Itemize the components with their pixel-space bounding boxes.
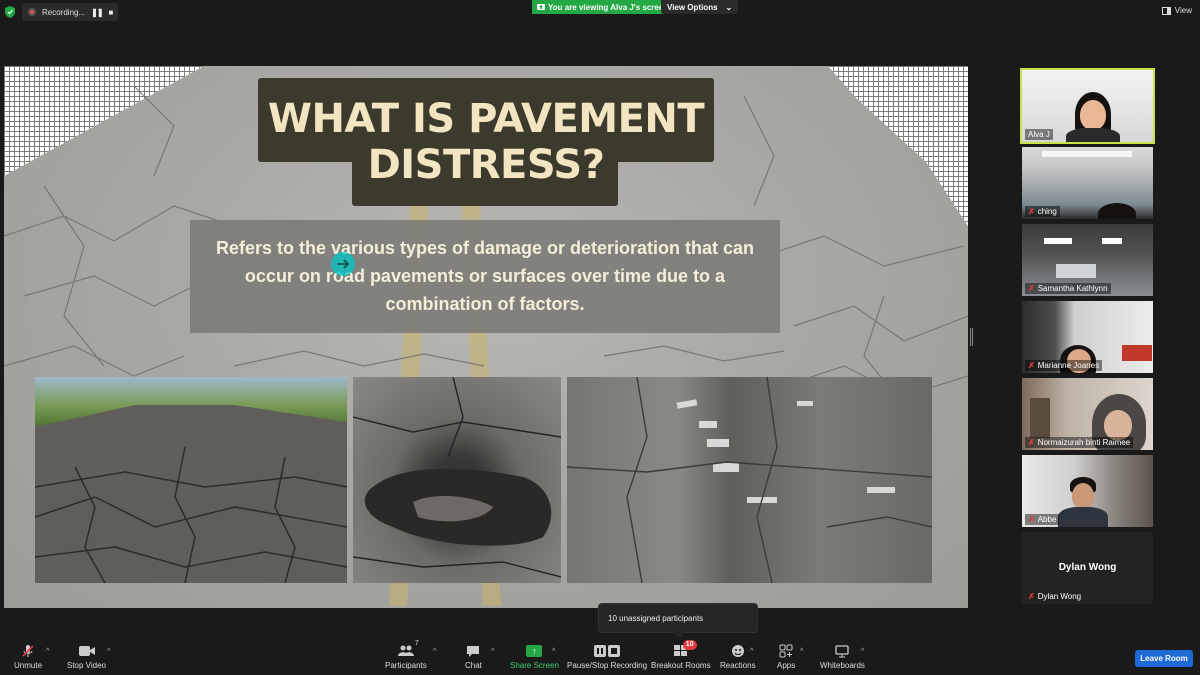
breakout-tooltip: 10 unassigned participants [598, 603, 758, 638]
whiteboards-label: Whiteboards [820, 661, 865, 670]
participant-name: ✗ ching [1025, 206, 1060, 217]
breakout-badge: 10 [682, 640, 697, 650]
definition-text: Refers to the various types of damage or… [215, 238, 755, 314]
chevron-up-icon[interactable]: ^ [861, 648, 864, 655]
participants-button[interactable]: 7 Participants [385, 640, 427, 670]
slide-title-line2: DISTRESS? [367, 142, 605, 188]
apps-label: Apps [777, 661, 796, 670]
slide-title: WHAT IS PAVEMENT DISTRESS? [258, 96, 714, 188]
stop-icon[interactable]: ■ [109, 8, 114, 17]
view-options-label: View Options [667, 2, 718, 12]
participant-name: Alva J [1025, 129, 1053, 140]
stop-video-button[interactable]: Stop Video [67, 644, 106, 670]
mic-off-icon: ✗ [1028, 515, 1035, 524]
chat-icon [466, 644, 480, 658]
pause-stop-recording-button[interactable]: Pause/Stop Recording [567, 644, 647, 670]
panel-resize-handle[interactable] [970, 328, 973, 346]
chevron-down-icon: ⌄ [725, 2, 733, 12]
mic-off-icon: ✗ [1028, 438, 1035, 447]
participant-tile-samantha-kathlynn[interactable]: ✗ Samantha Kathlynn [1022, 224, 1153, 296]
view-options-button[interactable]: View Options ⌄ [661, 0, 739, 14]
mic-off-icon [21, 644, 35, 658]
slide-title-line1: WHAT IS PAVEMENT [267, 96, 705, 142]
chevron-up-icon[interactable]: ^ [46, 648, 49, 655]
participant-tile-dylan-wong[interactable]: Dylan Wong ✗ Dylan Wong [1022, 532, 1153, 604]
pause-icon[interactable]: ❚❚ [91, 8, 103, 17]
cracked-road-photo [35, 377, 347, 583]
mic-off-icon: ✗ [1028, 361, 1035, 370]
chevron-up-icon[interactable]: ^ [552, 648, 555, 655]
deteriorated-pavement-photo [567, 377, 932, 583]
participant-tile-ching[interactable]: ✗ ching [1022, 147, 1153, 219]
chevron-up-icon[interactable]: ^ [107, 648, 110, 655]
stop-video-label: Stop Video [67, 661, 106, 670]
view-button[interactable]: View [1161, 6, 1192, 15]
participant-tile-normaizurah-binti-raimee[interactable]: ✗ Normaizurah binti Raimee [1022, 378, 1153, 450]
mic-off-icon: ✗ [1028, 284, 1035, 293]
pothole-photo [353, 377, 561, 583]
participants-label: Participants [385, 661, 427, 670]
shield-icon[interactable] [4, 5, 16, 19]
recording-label: Recording... [42, 7, 86, 17]
participant-name: ✗ Abbe [1025, 514, 1060, 525]
participants-count: 7 [414, 640, 419, 647]
participant-tile-marianne-joanes[interactable]: ✗ Marianne Joanes [1022, 301, 1153, 373]
participant-tile-alva-j[interactable]: Alva J [1020, 68, 1155, 144]
share-screen-label: Share Screen [510, 661, 559, 670]
recording-icon [28, 8, 36, 16]
breakout-rooms-button[interactable]: 10 Breakout Rooms [651, 640, 711, 670]
viewing-share-icon [537, 3, 545, 10]
unmute-label: Unmute [14, 661, 43, 670]
mic-off-icon: ✗ [1028, 207, 1035, 216]
leave-room-button[interactable]: Leave Room [1135, 650, 1193, 667]
participant-name: ✗ Normaizurah binti Raimee [1025, 437, 1134, 448]
top-left-status: Recording... ❚❚ ■ [4, 3, 119, 21]
pause-stop-recording-label: Pause/Stop Recording [567, 661, 648, 670]
reactions-icon [731, 644, 745, 658]
zoom-meeting-window: Recording... ❚❚ ■ You are viewing Alva J… [0, 0, 1200, 675]
apps-button[interactable]: Apps [777, 644, 795, 670]
chevron-up-icon[interactable]: ^ [750, 648, 753, 655]
unmute-button[interactable]: Unmute [14, 644, 42, 670]
pause-stop-recording-icon [594, 644, 621, 658]
view-label: View [1174, 6, 1192, 15]
presenter-cursor-icon [331, 252, 355, 276]
whiteboards-button[interactable]: Whiteboards [820, 644, 865, 670]
meeting-toolbar: Unmute ^ Stop Video ^ 7 Participants ^ C… [0, 638, 1200, 675]
chevron-up-icon[interactable]: ^ [800, 648, 803, 655]
share-screen-icon: ↑ [526, 644, 543, 658]
view-icon [1161, 6, 1171, 15]
participant-name: ✗ Dylan Wong [1028, 592, 1082, 601]
shared-screen-slide: WHAT IS PAVEMENT DISTRESS? Refers to the… [4, 66, 968, 608]
breakout-rooms-label: Breakout Rooms [651, 661, 711, 670]
chat-label: Chat [465, 661, 482, 670]
viewing-banner: You are viewing Alva J's screen [532, 0, 674, 14]
participant-display-name: Dylan Wong [1058, 562, 1117, 573]
participant-tile-abbe[interactable]: ✗ Abbe [1022, 455, 1153, 527]
chevron-up-icon[interactable]: ^ [491, 648, 494, 655]
whiteboard-icon [835, 644, 850, 658]
chevron-up-icon[interactable]: ^ [433, 648, 436, 655]
reactions-label: Reactions [720, 661, 756, 670]
viewing-banner-text: You are viewing Alva J's screen [548, 2, 669, 12]
mic-off-icon: ✗ [1028, 592, 1035, 601]
participant-name: ✗ Samantha Kathlynn [1025, 283, 1111, 294]
video-icon [78, 644, 95, 658]
breakout-rooms-icon: 10 [673, 640, 697, 658]
participant-name: ✗ Marianne Joanes [1025, 360, 1103, 371]
participants-icon: 7 [397, 640, 419, 658]
recording-indicator: Recording... ❚❚ ■ [22, 3, 119, 21]
chat-button[interactable]: Chat [465, 644, 482, 670]
apps-icon [779, 644, 793, 658]
